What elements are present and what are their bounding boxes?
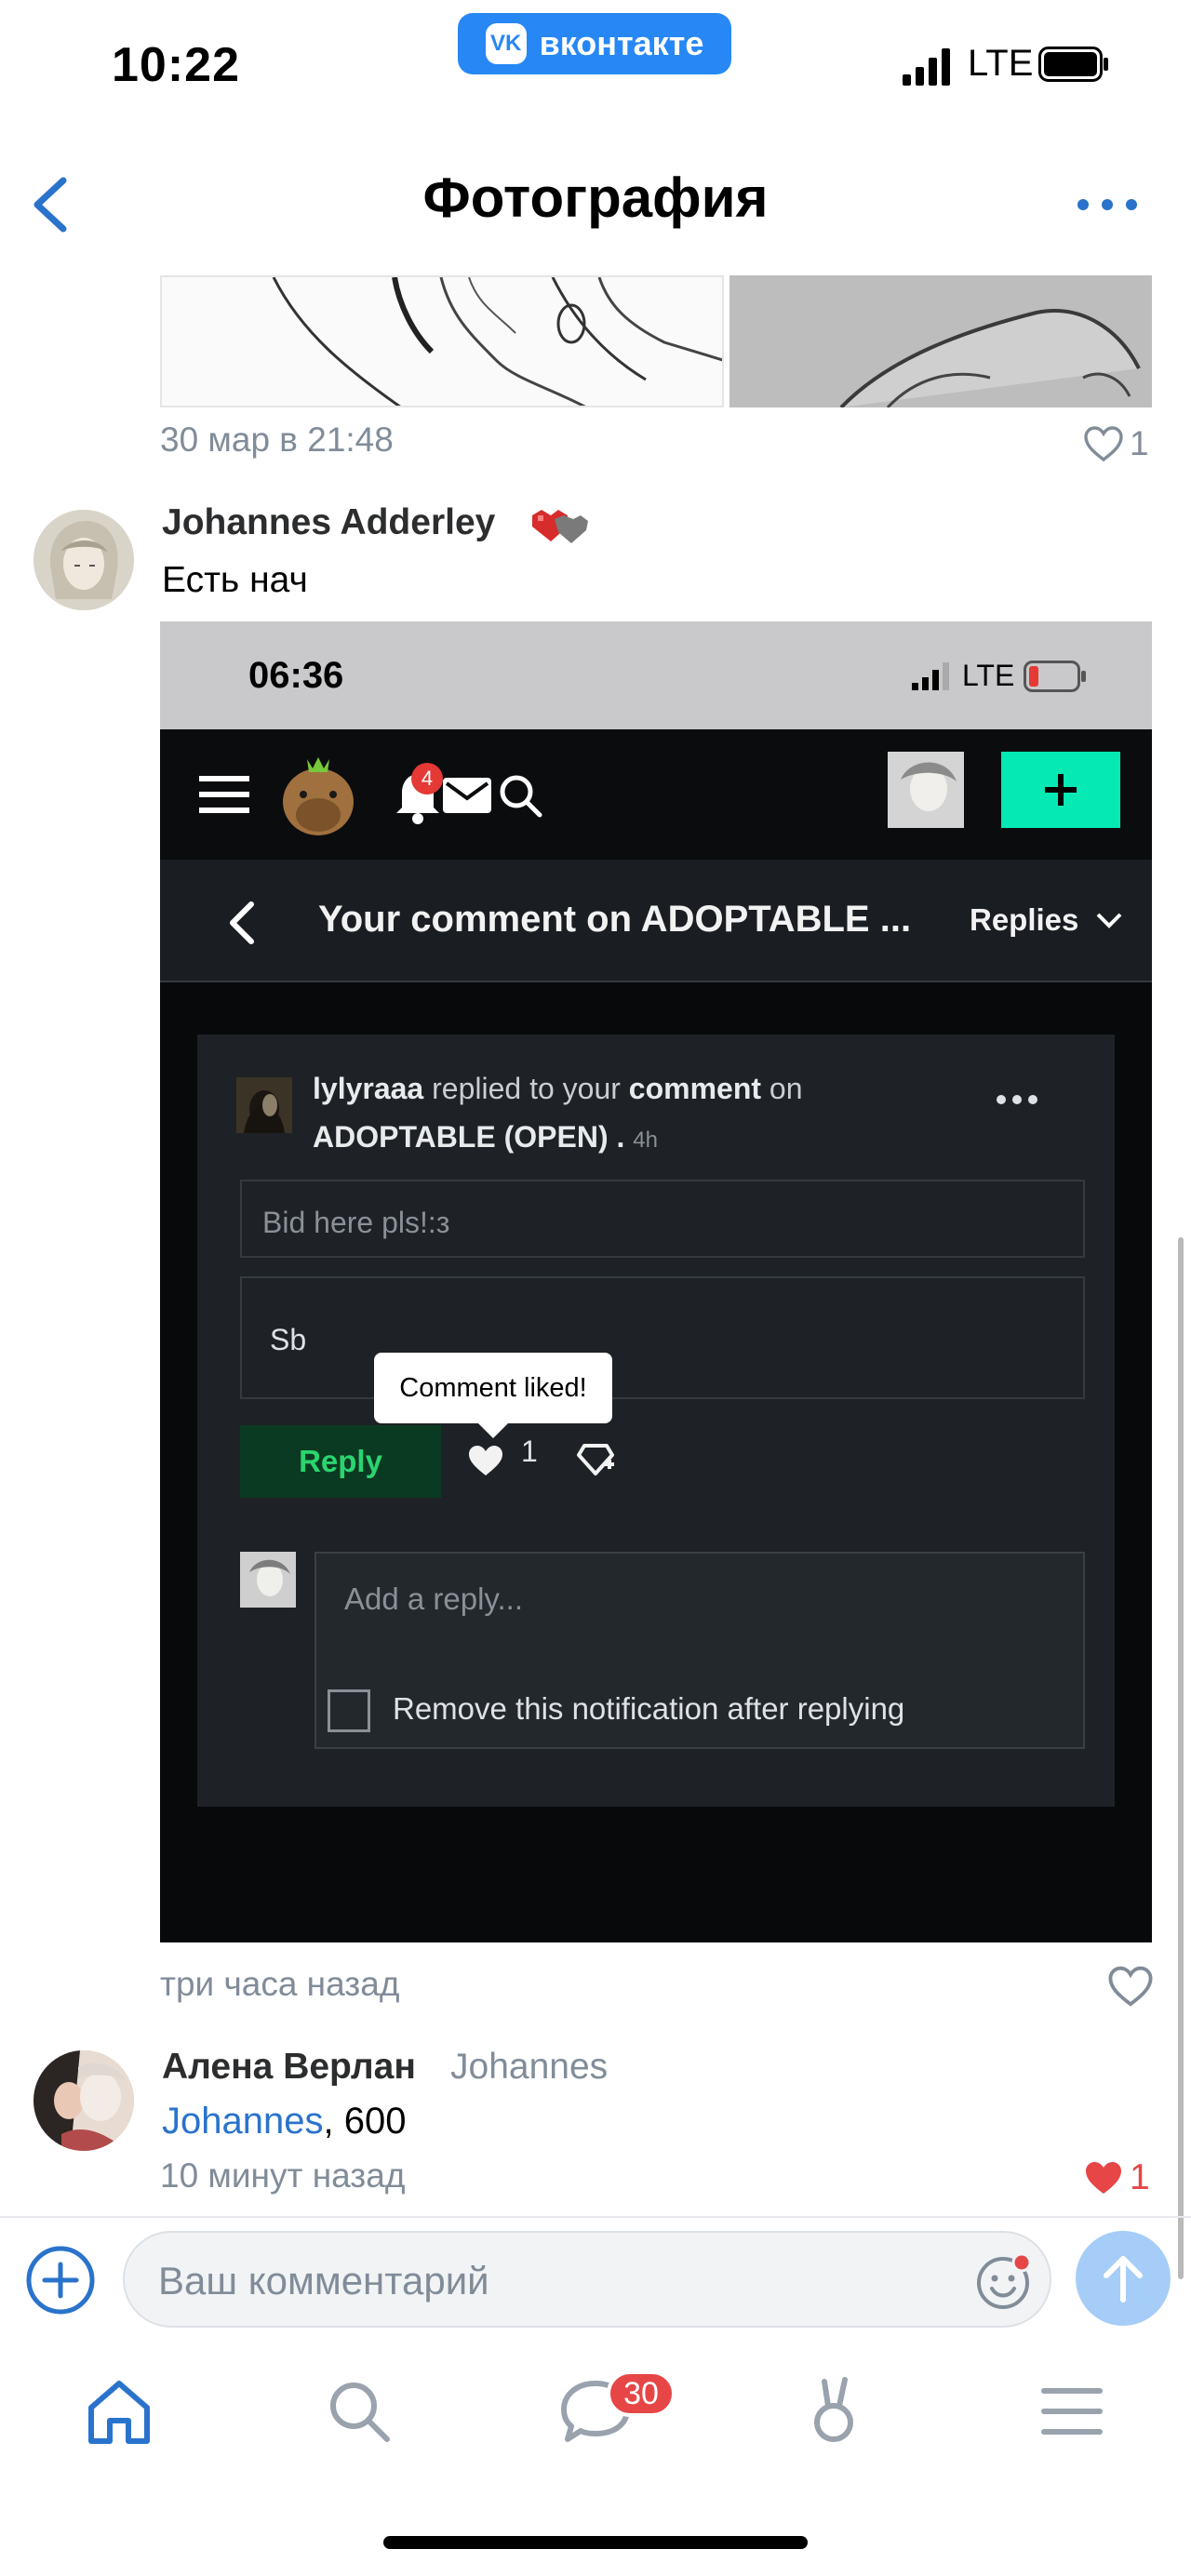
battery-icon [1038,47,1108,82]
embedded-time: 06:36 [248,655,344,696]
embedded-battery-low-icon [1024,661,1086,692]
add-reply-field: Add a reply... Remove this notification … [314,1552,1085,1749]
heart-filled-icon [469,1446,502,1475]
notification-age: 4h [633,1128,658,1153]
scrollbar[interactable] [1178,1237,1184,2279]
photo-thumbnail-right[interactable] [729,275,1152,407]
search-icon [500,775,542,818]
replies-dropdown: Replies [970,902,1123,938]
remove-notification-checkbox [328,1689,370,1732]
commenter-avatar-icon [236,1077,292,1133]
comment-text: Johannes, 600 [162,2101,406,2142]
embedded-nav-bar: 4 [160,729,1152,860]
network-type: LTE [968,43,1034,84]
like-count: 1 [1130,424,1149,462]
remove-notification-label: Remove this notification after replying [393,1691,905,1726]
clips-tab-icon[interactable] [796,2374,871,2449]
comment-date: 10 минут назад [160,2156,406,2195]
user-avatar-icon [888,752,964,828]
comment-input[interactable]: Ваш комментарий [123,2231,1051,2328]
capybara-avatar-icon [283,757,354,835]
photo-thumbnail-left[interactable] [160,275,724,407]
commenter-username: lylyraaa [313,1072,424,1105]
reply-to-name[interactable]: Johannes [450,2047,608,2088]
like-button[interactable]: 1 [1083,420,1158,467]
avatar[interactable] [33,2050,134,2151]
embedded-back-icon [230,901,254,944]
original-comment: Bid here pls!:з [240,1180,1085,1258]
notification-card: lylyraaa replied to your comment on ADOP… [197,1034,1115,1807]
like-button[interactable]: 1 [1083,2155,1158,2201]
comment-liked-tooltip: Comment liked! [374,1353,612,1423]
mention-link[interactable]: Johannes [162,2101,323,2142]
embedded-more-icon [997,1095,1037,1104]
notification-target: ADOPTABLE (OPEN) . [313,1120,625,1154]
heart-outline-icon [1084,426,1123,462]
plus-icon [1045,774,1077,806]
emoji-button[interactable] [975,2253,1033,2311]
avatar[interactable] [33,510,134,610]
chevron-down-icon [1096,913,1121,928]
post-date: 30 мар в 21:48 [160,420,394,459]
vk-app-badge: VK вконтакте [458,13,731,74]
gift-badge-icon [577,1444,614,1475]
replies-label: Replies [970,902,1079,937]
comment-author[interactable]: Johannes Adderley [162,502,495,543]
menu-tab-icon[interactable] [1035,2374,1109,2449]
avatar-image-icon [33,510,134,610]
mail-icon [443,778,491,813]
embedded-network: LTE [962,659,1015,692]
notification-text: lylyraaa replied to your comment on ADOP… [313,1064,964,1165]
create-button [1001,752,1120,828]
notification-object: comment [628,1072,762,1105]
comment-text: Есть нач [162,560,308,600]
comment-input-placeholder: Ваш комментарий [158,2259,489,2302]
home-tab-icon[interactable] [82,2374,156,2449]
embedded-title: Your comment on ADOPTABLE ... [318,899,912,940]
sketch-image-icon [729,275,1152,407]
comment-attachment-screenshot[interactable]: 06:36 LTE 4 Your comment on ADOPTABLE ..… [160,621,1152,1942]
comment-text-body: , 600 [323,2101,407,2142]
like-count: 1 [1130,2157,1150,2197]
vk-app-badge-label: вконтакте [539,24,704,62]
status-time: 10:22 [112,38,240,92]
comment-date: три часа назад [160,1965,400,2003]
avatar-image-icon [33,2050,134,2151]
divider [0,2216,1191,2218]
hamburger-menu-icon [199,776,249,813]
embedded-reply-button: Reply [240,1425,441,1498]
add-attachment-button[interactable] [24,2244,97,2316]
pixel-heart-badge-icon [532,510,588,543]
heart-filled-icon [1086,2162,1121,2194]
comment-author[interactable]: Алена Верлан [162,2047,416,2088]
more-options-button[interactable] [1070,186,1144,223]
self-avatar-icon [240,1552,296,1608]
cellular-signal-icon [903,48,950,86]
search-tab-icon[interactable] [322,2374,396,2449]
vk-logo-icon: VK [485,23,527,64]
send-button[interactable] [1076,2231,1171,2326]
reply-comment: Sb [240,1276,1085,1399]
arrow-up-icon [1104,2256,1143,2302]
heart-outline-icon[interactable] [1107,1963,1154,2009]
notifications-badge: 4 [411,763,443,794]
messages-badge: 30 [607,2370,676,2417]
embedded-subheader: Your comment on ADOPTABLE ... Replies [160,860,1152,982]
home-indicator[interactable] [383,2536,808,2549]
sketch-image-icon [272,277,722,406]
add-reply-placeholder: Add a reply... [344,1582,523,1616]
notification-action: replied to your [432,1072,621,1105]
embedded-signal-icon [912,662,949,690]
notification-on: on [769,1072,803,1105]
embedded-like-count: 1 [521,1435,538,1468]
page-title: Фотография [422,167,769,229]
tooltip-arrow-icon [476,1421,510,1438]
embedded-status-bar: 06:36 LTE [160,621,1152,729]
